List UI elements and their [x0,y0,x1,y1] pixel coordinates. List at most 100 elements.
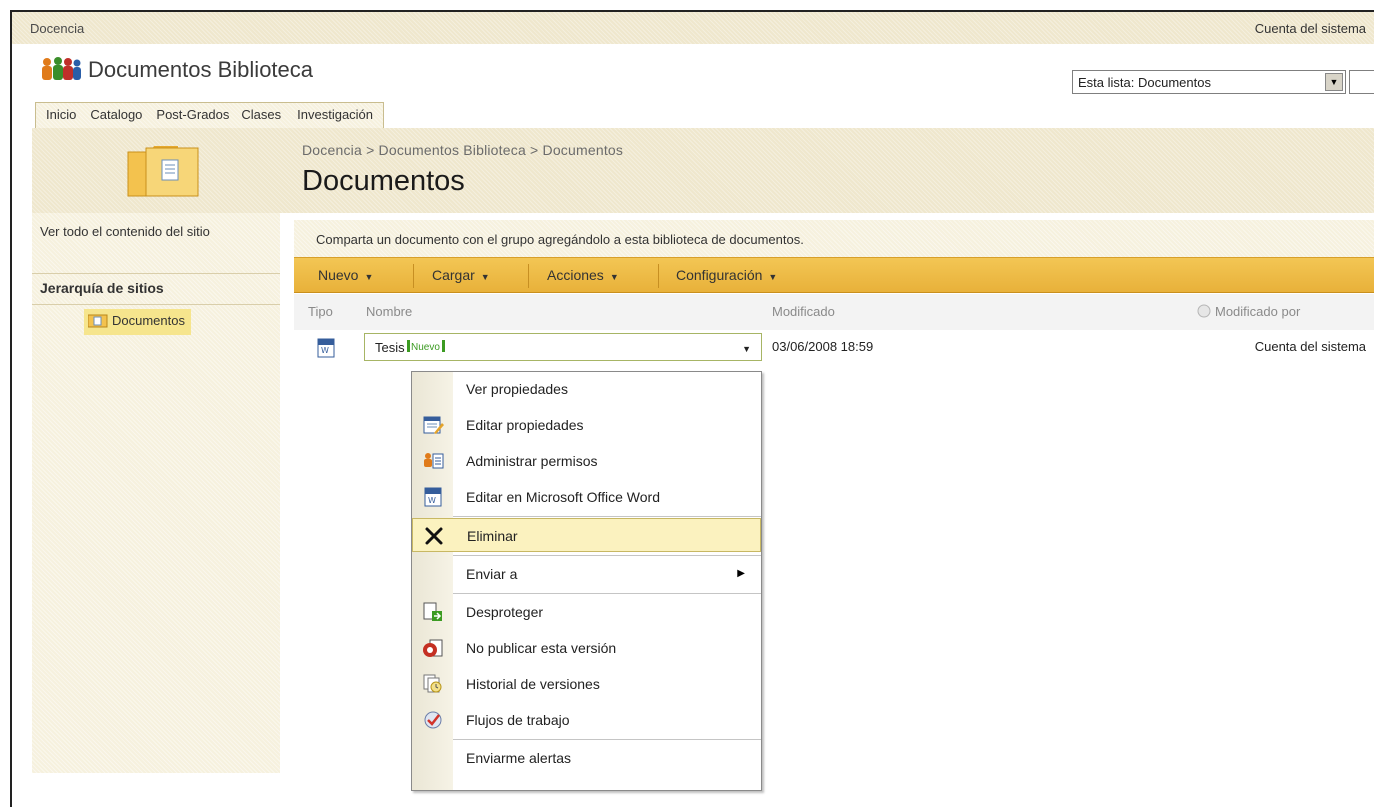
divider [528,264,529,288]
menu-item-label: Administrar permisos [466,453,598,469]
new-menu-button[interactable]: Nuevo ▼ [318,267,373,283]
browser-page: Docencia Cuenta del sistema Documentos B… [10,10,1374,807]
caret-down-icon: ▼ [364,272,374,282]
breadcrumb-documentos[interactable]: Documentos [543,142,624,158]
divider [658,264,659,288]
caret-down-icon: ▼ [768,272,778,282]
menu-item-view-properties[interactable]: Ver propiedades [412,372,761,406]
site-hierarchy-heading[interactable]: Jerarquía de sitios [40,280,164,296]
user-menu[interactable]: Cuenta del sistema [1255,21,1366,36]
menu-item-alert-me[interactable]: Enviarme alertas [412,741,761,775]
page-title: Documentos [302,165,465,197]
site-link[interactable]: Docencia [30,21,84,36]
list-toolbar: Nuevo ▼ Cargar ▼ Acciones ▼ Configuración ▼ [294,257,1374,293]
tab-inicio[interactable]: Inicio [36,103,86,128]
upload-menu-button[interactable]: Cargar ▼ [432,267,490,283]
version-history-icon [423,674,442,693]
nav-item-label: Documentos [112,313,185,328]
word-document-icon: W [424,487,442,507]
menu-item-label: Historial de versiones [466,676,600,692]
menu-item-check-out[interactable]: Desproteger [412,595,761,629]
menu-item-manage-permissions[interactable]: Administrar permisos [412,444,761,478]
menu-item-version-history[interactable]: Historial de versiones [412,667,761,701]
unpublish-icon [423,639,443,657]
modified-by-user[interactable]: Cuenta del sistema [1255,339,1366,354]
column-modified[interactable]: Modificado [772,304,835,319]
menu-item-label: Enviarme alertas [466,750,572,766]
item-context-menu: Ver propiedades Editar propiedades Admin… [411,371,762,791]
document-name-cell[interactable]: Tesis Nuevo ▼ [364,333,762,361]
settings-menu-button[interactable]: Configuración ▼ [676,267,777,283]
item-dropdown-arrow-icon[interactable]: ▼ [742,344,751,354]
view-all-content-link[interactable]: Ver todo el contenido del sitio [40,225,250,239]
nav-item-documentos[interactable]: Documentos [84,309,191,335]
breadcrumb: Docencia > Documentos Biblioteca > Docum… [302,142,623,158]
new-menu-label: Nuevo [318,267,359,283]
tab-catalogo[interactable]: Catalogo [86,103,152,128]
breadcrumb-documentos-biblioteca[interactable]: Documentos Biblioteca [379,142,526,158]
modified-date: 03/06/2008 18:59 [772,339,874,354]
new-badge: Nuevo [407,340,446,353]
menu-item-label: Editar en Microsoft Office Word [466,489,660,505]
menu-item-edit-properties[interactable]: Editar propiedades [412,408,761,442]
menu-separator [453,555,761,556]
menu-separator [453,516,761,517]
folder-documents-icon [127,146,199,197]
column-name[interactable]: Nombre [366,304,412,319]
settings-menu-label: Configuración [676,267,763,283]
svg-text:W: W [321,346,329,355]
new-badge-label: Nuevo [411,342,440,353]
search-scope-value: Esta lista: Documentos [1078,75,1211,90]
caret-down-icon: ▼ [480,272,490,282]
menu-item-label: Enviar a [466,566,518,582]
menu-item-label: No publicar esta versión [466,640,617,656]
checkout-icon [423,602,442,621]
menu-item-edit-in-word[interactable]: W Editar en Microsoft Office Word [412,480,761,514]
column-modified-by[interactable]: Modificado por [1215,304,1300,319]
word-document-icon[interactable]: W [317,338,335,358]
menu-separator [453,739,761,740]
menu-item-label: Editar propiedades [466,417,584,433]
menu-item-label: Desproteger [466,604,544,620]
breadcrumb-separator: > [366,142,375,158]
top-nav-tabs: Inicio Catalogo Post-Grados Clases Inves… [35,102,385,128]
menu-item-label: Eliminar [467,528,518,544]
tab-investigacion[interactable]: Investigación [285,103,383,128]
dropdown-arrow-icon[interactable]: ▼ [1325,73,1343,91]
menu-item-unpublish[interactable]: No publicar esta versión [412,631,761,665]
menu-item-send-to[interactable]: Enviar a ▶ [412,557,761,591]
menu-item-label: Ver propiedades [466,381,568,397]
delete-x-icon [425,527,443,545]
search-input[interactable] [1349,70,1374,94]
document-library-icon [88,314,108,328]
submenu-arrow-icon: ▶ [737,568,745,579]
tab-post-grados[interactable]: Post-Grados [152,103,233,128]
presence-icon [1197,304,1211,321]
breadcrumb-docencia[interactable]: Docencia [302,142,362,158]
site-title[interactable]: Documentos Biblioteca [88,57,313,83]
actions-menu-button[interactable]: Acciones ▼ [547,267,619,283]
menu-item-label: Flujos de trabajo [466,712,570,728]
caret-down-icon: ▼ [609,272,619,282]
table-row[interactable]: W Tesis Nuevo ▼ 03/06/2008 18:59 Cuenta … [294,330,1374,362]
quick-launch: Ver todo el contenido del sitio Jerarquí… [32,213,280,773]
upload-menu-label: Cargar [432,267,475,283]
search-scope-select[interactable]: Esta lista: Documentos ▼ [1072,70,1346,94]
title-bar: Documentos Biblioteca Esta lista: Docume… [12,44,1374,99]
divider [32,304,280,305]
edit-properties-icon [423,416,444,434]
menu-item-workflows[interactable]: Flujos de trabajo [412,703,761,737]
global-top-bar: Docencia Cuenta del sistema [12,12,1374,44]
people-logo-icon [42,57,81,80]
tab-clases[interactable]: Clases [233,103,285,128]
divider [32,273,280,274]
page-header-band: Docencia > Documentos Biblioteca > Docum… [32,128,1374,213]
permissions-icon [424,453,444,469]
menu-separator [453,593,761,594]
workflow-icon [424,711,442,729]
column-type[interactable]: Tipo [308,304,333,319]
menu-item-delete[interactable]: Eliminar [412,518,761,552]
actions-menu-label: Acciones [547,267,604,283]
divider [413,264,414,288]
document-name-link[interactable]: Tesis [375,340,405,355]
